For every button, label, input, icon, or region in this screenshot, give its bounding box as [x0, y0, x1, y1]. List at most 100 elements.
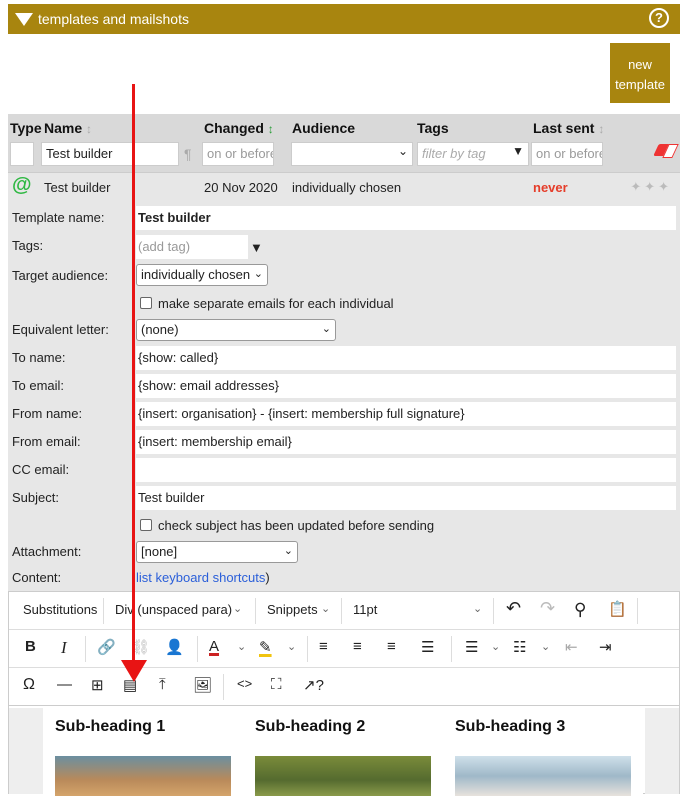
table-row[interactable]: @ Test builder 20 Nov 2020 individually …	[8, 172, 680, 202]
external-help-icon[interactable]: ↗?	[303, 676, 324, 694]
name-filter-input[interactable]: Test builder	[41, 142, 179, 166]
align-left-icon[interactable]: ≡	[319, 638, 328, 655]
help-icon[interactable]: ?	[649, 8, 669, 28]
collapse-triangle-icon[interactable]	[15, 13, 33, 26]
type-filter[interactable]	[10, 142, 34, 166]
checkbox[interactable]	[140, 297, 152, 309]
add-tag-input[interactable]: (add tag)	[136, 235, 248, 259]
paste-icon[interactable]: 📋	[608, 600, 627, 618]
target-audience-select[interactable]: individually chosen ⌄	[136, 264, 268, 286]
numbered-list-icon[interactable]: ☷	[513, 638, 526, 656]
tags-filter-select[interactable]: filter by tag ▼	[417, 142, 529, 166]
chevron-down-icon: ⌄	[491, 641, 501, 653]
redo-icon[interactable]: ↷	[540, 598, 555, 619]
editor-content[interactable]: Sub-heading 1 Sub-heading 2 Sub-heading …	[43, 708, 643, 796]
link-user-icon[interactable]: 👤	[165, 638, 184, 656]
image-icon[interactable]: 🖼	[193, 676, 212, 694]
last-sent-filter-input[interactable]: on or before.	[531, 142, 603, 166]
rich-text-editor[interactable]: Substitutions Div (unspaced para) ⌄ Snip…	[8, 591, 680, 796]
dropdown-triangle-icon: ▼	[512, 144, 524, 158]
template-name-label: Template name:	[12, 210, 105, 225]
eraser-icon[interactable]	[653, 144, 677, 156]
divider	[341, 598, 342, 624]
substitutions-button[interactable]: Substitutions	[23, 602, 97, 617]
separate-emails-checkbox[interactable]: make separate emails for each individual	[140, 296, 394, 311]
to-name-label: To name:	[12, 350, 66, 365]
checkbox[interactable]	[140, 519, 152, 531]
row-audience: individually chosen	[292, 180, 402, 195]
attachment-select[interactable]: [none] ⌄	[136, 541, 298, 563]
equivalent-letter-label: Equivalent letter:	[12, 322, 109, 337]
col-name[interactable]: Name ↕	[44, 120, 92, 136]
divider	[103, 598, 104, 624]
subject-field[interactable]: Test builder	[136, 486, 676, 510]
sort-icon[interactable]: ↕	[598, 122, 604, 136]
search-icon[interactable]: ⚲	[574, 600, 586, 620]
horizontal-rule-icon[interactable]: —	[57, 676, 72, 693]
from-name-field[interactable]: {insert: organisation} - {insert: member…	[136, 402, 676, 426]
bold-icon[interactable]: B	[25, 638, 36, 655]
paragraph-icon[interactable]: ¶	[184, 146, 192, 162]
sort-icon[interactable]: ↕	[86, 122, 92, 136]
row-changed: 20 Nov 2020	[204, 180, 278, 195]
source-code-icon[interactable]: <>	[237, 676, 252, 691]
image-thumbnail[interactable]	[255, 756, 431, 796]
image-thumbnail[interactable]	[55, 756, 231, 796]
snippets-menu[interactable]: Snippets	[267, 602, 318, 617]
audience-filter-select[interactable]: ⌄	[291, 142, 413, 166]
link-icon[interactable]: 🔗	[97, 638, 116, 656]
from-email-field[interactable]: {insert: membership email}	[136, 430, 676, 454]
font-size-select[interactable]: 11pt	[353, 602, 377, 617]
check-subject-checkbox[interactable]: check subject has been updated before se…	[140, 518, 434, 533]
keyboard-shortcuts-link[interactable]: list keyboard shortcuts	[136, 570, 265, 585]
chevron-down-icon: ⌄	[473, 603, 483, 615]
col-last-sent-label: Last sent	[533, 120, 595, 136]
highlight-icon[interactable]: ✎	[259, 638, 272, 656]
tags-label: Tags:	[12, 238, 44, 253]
table-icon[interactable]: ⊞	[91, 676, 104, 694]
template-edit-form: Template name: Test builder Tags: (add t…	[8, 202, 680, 796]
col-last-sent[interactable]: Last sent ↕	[533, 120, 604, 136]
upload-icon[interactable]: ⤒	[159, 676, 166, 693]
shortcuts-close-paren: )	[265, 570, 270, 585]
col-changed[interactable]: Changed ↕	[204, 120, 274, 136]
undo-icon[interactable]: ↶	[506, 598, 521, 619]
changed-filter-input[interactable]: on or before.	[202, 142, 274, 166]
equivalent-letter-select[interactable]: (none) ⌄	[136, 319, 336, 341]
toolbar-row-2: B I 🔗 ⛓ 👤 A ⌄ ✎ ⌄ ≡ ≡ ≡ ☰ ☰ ⌄ ☷ ⌄ ⇤ ⇥	[9, 630, 679, 668]
sort-active-icon[interactable]: ↕	[268, 122, 274, 136]
italic-icon[interactable]: I	[61, 638, 67, 658]
align-center-icon[interactable]: ≡	[353, 638, 362, 655]
pin-icons[interactable]: ✦✦✦	[630, 179, 672, 195]
to-email-field[interactable]: {show: email addresses}	[136, 374, 676, 398]
divider	[223, 674, 224, 700]
fullscreen-icon[interactable]: ⛶	[271, 676, 282, 693]
outdent-icon[interactable]: ⇤	[565, 638, 578, 656]
to-name-field[interactable]: {show: called}	[136, 346, 676, 370]
toolbar-row-1: Substitutions Div (unspaced para) ⌄ Snip…	[9, 592, 679, 630]
template-name-field[interactable]: Test builder	[136, 206, 676, 230]
image-thumbnail[interactable]	[455, 756, 631, 796]
indent-icon[interactable]: ⇥	[599, 638, 612, 656]
shortcuts-text: list keyboard shortcuts)	[136, 570, 270, 585]
separate-emails-label: make separate emails for each individual	[158, 296, 394, 311]
from-name-label: From name:	[12, 406, 83, 421]
section-header[interactable]: templates and mailshots ?	[8, 4, 680, 34]
divider	[493, 598, 494, 624]
to-email-label: To email:	[12, 378, 65, 393]
chevron-down-icon: ⌄	[283, 545, 293, 557]
from-email-label: From email:	[12, 434, 81, 449]
align-right-icon[interactable]: ≡	[387, 638, 396, 655]
templates-table-header: Type Name ↕ Changed ↕ Audience Tags Last…	[8, 114, 680, 172]
bullet-list-icon[interactable]: ☰	[465, 638, 478, 656]
align-justify-icon[interactable]: ☰	[421, 638, 434, 656]
chevron-down-icon: ⌄	[237, 641, 247, 653]
text-color-icon[interactable]: A	[209, 638, 219, 655]
chevron-down-icon: ⌄	[321, 323, 331, 335]
tags-dropdown-icon[interactable]: ▼	[250, 240, 263, 255]
special-character-icon[interactable]: Ω	[23, 676, 35, 694]
cc-email-field[interactable]	[136, 458, 676, 482]
chevron-down-icon: ⌄	[397, 144, 408, 158]
new-template-button[interactable]: new template	[610, 43, 670, 103]
sub-heading: Sub-heading 2	[255, 718, 366, 735]
